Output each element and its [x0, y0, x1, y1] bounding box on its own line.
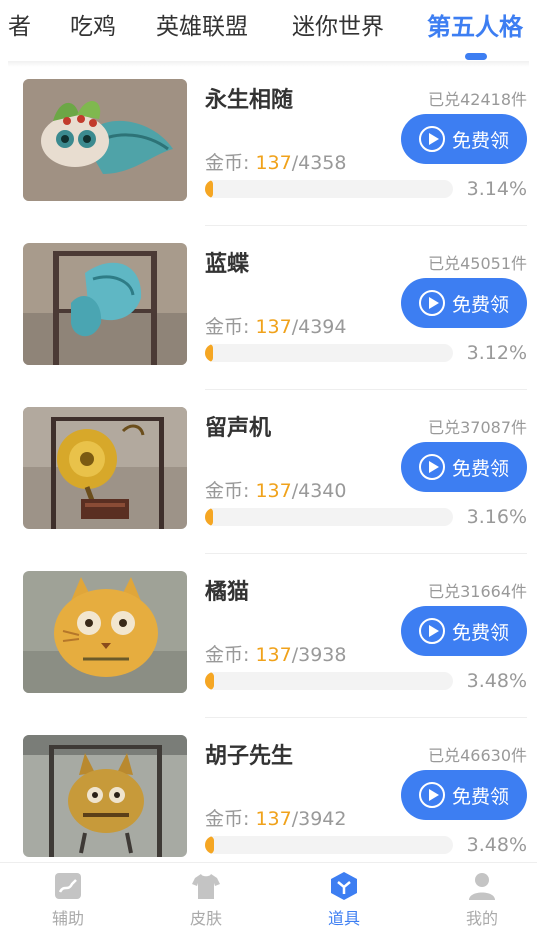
item-name: 留声机: [205, 416, 272, 441]
progress-bar: [205, 508, 453, 526]
coins-have: 137: [255, 316, 292, 338]
progress-bar: [205, 836, 453, 854]
redeemed-count: 已兑45051件: [428, 254, 527, 273]
progress-fill: [205, 180, 213, 198]
coin-progress-text: 金币: 137/4340: [205, 476, 346, 503]
coins-have: 137: [255, 644, 292, 666]
list-item: 永生相随 已兑42418件 免费领 金币: 137/4358 3.14%: [0, 62, 537, 226]
tab-identity-v[interactable]: 第五人格: [427, 12, 523, 42]
claim-free-button[interactable]: 免费领: [401, 770, 527, 820]
mr-whiskers-thumbnail[interactable]: [23, 735, 187, 857]
claim-button-label: 免费领: [451, 129, 509, 152]
winged-mask-thumbnail[interactable]: [23, 79, 187, 201]
list-item: 留声机 已兑37087件 免费领 金币: 137/4340 3.16%: [0, 390, 537, 554]
play-circle-icon: [418, 290, 445, 316]
coins-have: 137: [255, 152, 292, 174]
claim-button-label: 免费领: [451, 293, 509, 316]
active-tab-indicator: [465, 53, 487, 60]
tab-lol[interactable]: 英雄联盟: [156, 12, 248, 42]
claim-free-button[interactable]: 免费领: [401, 114, 527, 164]
play-circle-icon: [418, 126, 445, 152]
coins-label: 金币:: [205, 808, 256, 830]
progress-percent: 3.16%: [466, 506, 527, 528]
progress-percent: 3.14%: [466, 178, 527, 200]
nav-label: 辅助: [51, 909, 84, 928]
item-name: 橘猫: [205, 580, 250, 605]
coins-have: 137: [255, 808, 292, 830]
item-name: 胡子先生: [205, 744, 294, 769]
list-item: 蓝蝶 已兑45051件 免费领 金币: 137/4394 3.12%: [0, 226, 537, 390]
bottom-navigation: 辅助 皮肤 道具 我的: [0, 862, 537, 931]
claim-free-button[interactable]: 免费领: [401, 442, 527, 492]
claim-free-button[interactable]: 免费领: [401, 606, 527, 656]
progress-bar: [205, 672, 453, 690]
coins-total: /3942: [291, 808, 347, 830]
claim-button-label: 免费领: [451, 457, 509, 480]
coin-progress-text: 金币: 137/3938: [205, 640, 346, 667]
claim-button-label: 免费领: [451, 785, 509, 808]
coin-progress-text: 金币: 137/4394: [205, 312, 346, 339]
nav-skins[interactable]: 皮肤: [166, 871, 246, 929]
nav-label: 道具: [327, 909, 360, 928]
props-icon: [331, 872, 357, 900]
coins-total: /4340: [291, 480, 347, 502]
redeemed-count: 已兑42418件: [428, 90, 527, 109]
tab-mini-world[interactable]: 迷你世界: [292, 12, 384, 42]
redeemed-count: 已兑37087件: [428, 418, 527, 437]
coin-progress-text: 金币: 137/4358: [205, 148, 346, 175]
coins-have: 137: [255, 480, 292, 502]
item-name: 蓝蝶: [205, 252, 250, 277]
redeemed-count: 已兑46630件: [428, 746, 527, 765]
coins-total: /3938: [291, 644, 347, 666]
play-circle-icon: [418, 454, 445, 480]
claim-free-button[interactable]: 免费领: [401, 278, 527, 328]
progress-percent: 3.12%: [466, 342, 527, 364]
coins-label: 金币:: [205, 480, 256, 502]
progress-fill: [205, 508, 213, 526]
nav-assist[interactable]: 辅助: [28, 871, 108, 929]
list-item: 胡子先生 已兑46630件 免费领 金币: 137/3942 3.48%: [0, 718, 537, 882]
profile-icon: [469, 873, 495, 900]
progress-bar: [205, 180, 453, 198]
play-circle-icon: [418, 618, 445, 644]
tshirt-icon: [192, 874, 220, 899]
tab-chiji[interactable]: 吃鸡: [70, 12, 116, 42]
progress-percent: 3.48%: [466, 834, 527, 856]
progress-fill: [205, 344, 213, 362]
play-circle-icon: [418, 782, 445, 808]
progress-fill: [205, 672, 214, 690]
nav-label: 皮肤: [189, 909, 222, 928]
assist-icon: [55, 873, 81, 899]
nav-profile[interactable]: 我的: [442, 871, 522, 929]
category-tabs: 者 吃鸡 英雄联盟 迷你世界 第五人格: [0, 0, 537, 62]
nav-label: 我的: [465, 909, 498, 928]
coins-label: 金币:: [205, 644, 256, 666]
nav-props[interactable]: 道具: [304, 871, 384, 929]
gramophone-thumbnail[interactable]: [23, 407, 187, 529]
coins-total: /4394: [291, 316, 347, 338]
progress-fill: [205, 836, 214, 854]
coins-total: /4358: [291, 152, 347, 174]
tab-partial[interactable]: 者: [8, 12, 31, 42]
coins-label: 金币:: [205, 316, 256, 338]
page: 者 吃鸡 英雄联盟 迷你世界 第五人格 永生相随 已兑42418件 免费领 金币…: [0, 0, 537, 931]
claim-button-label: 免费领: [451, 621, 509, 644]
item-name: 永生相随: [205, 88, 294, 113]
redeemed-count: 已兑31664件: [428, 582, 527, 601]
list-item: 橘猫 已兑31664件 免费领 金币: 137/3938 3.48%: [0, 554, 537, 718]
coin-progress-text: 金币: 137/3942: [205, 804, 346, 831]
progress-percent: 3.48%: [466, 670, 527, 692]
progress-bar: [205, 344, 453, 362]
blue-butterfly-thumbnail[interactable]: [23, 243, 187, 365]
coins-label: 金币:: [205, 152, 256, 174]
orange-cat-thumbnail[interactable]: [23, 571, 187, 693]
